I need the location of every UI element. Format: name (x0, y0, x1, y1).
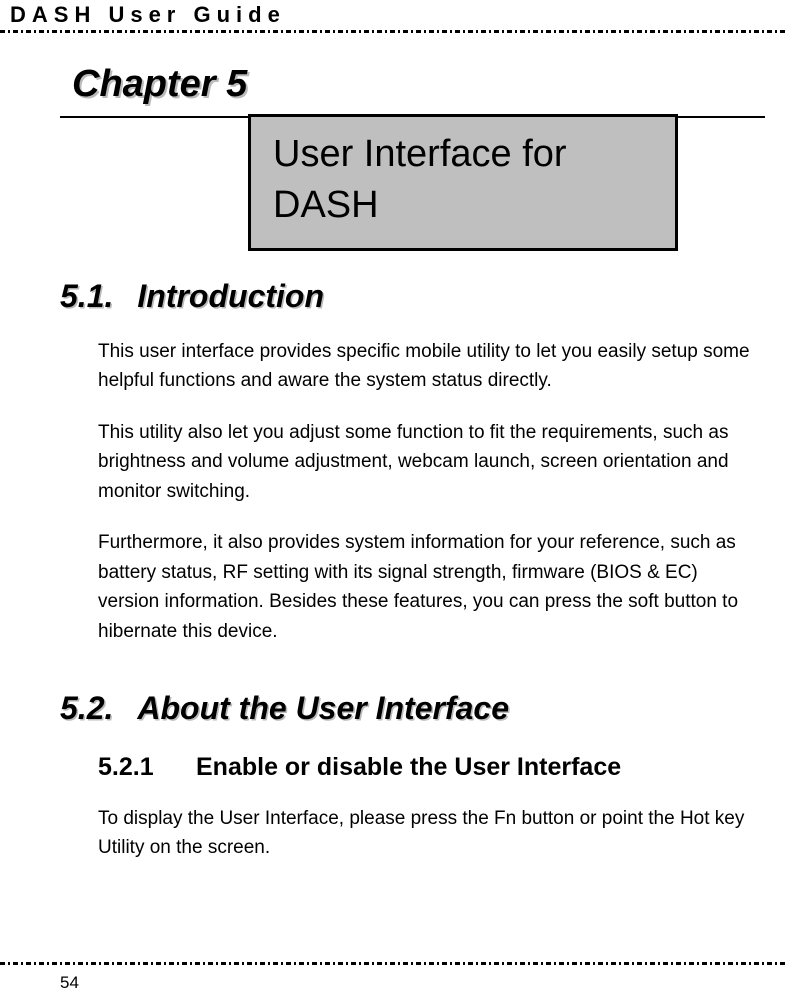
section-number: 5.2. (60, 690, 113, 726)
section-title: About the User Interface (137, 690, 509, 726)
page-number: 54 (0, 965, 785, 1007)
chapter-subtitle: User Interface for DASH (273, 129, 653, 232)
section-number: 5.1. (60, 278, 113, 314)
subsection-title: Enable or disable the User Interface (196, 753, 621, 781)
document-title: DASH User Guide (10, 2, 775, 30)
subsection-number: 5.2.1 (98, 753, 196, 782)
paragraph: Furthermore, it also provides system inf… (98, 528, 760, 646)
section-heading-5-2: 5.2. About the User Interface (60, 690, 760, 727)
paragraph: To display the User Interface, please pr… (98, 804, 760, 863)
chapter-subtitle-box: User Interface for DASH (248, 114, 678, 251)
chapter-banner: User Interface for DASH (60, 116, 760, 256)
paragraph: This user interface provides specific mo… (98, 337, 760, 396)
section-title: Introduction (137, 278, 324, 314)
subsection-heading-5-2-1: 5.2.1Enable or disable the User Interfac… (98, 753, 760, 782)
paragraph: This utility also let you adjust some fu… (98, 418, 760, 506)
chapter-heading: Chapter 5 (72, 63, 760, 106)
section-heading-5-1: 5.1. Introduction (60, 278, 760, 315)
